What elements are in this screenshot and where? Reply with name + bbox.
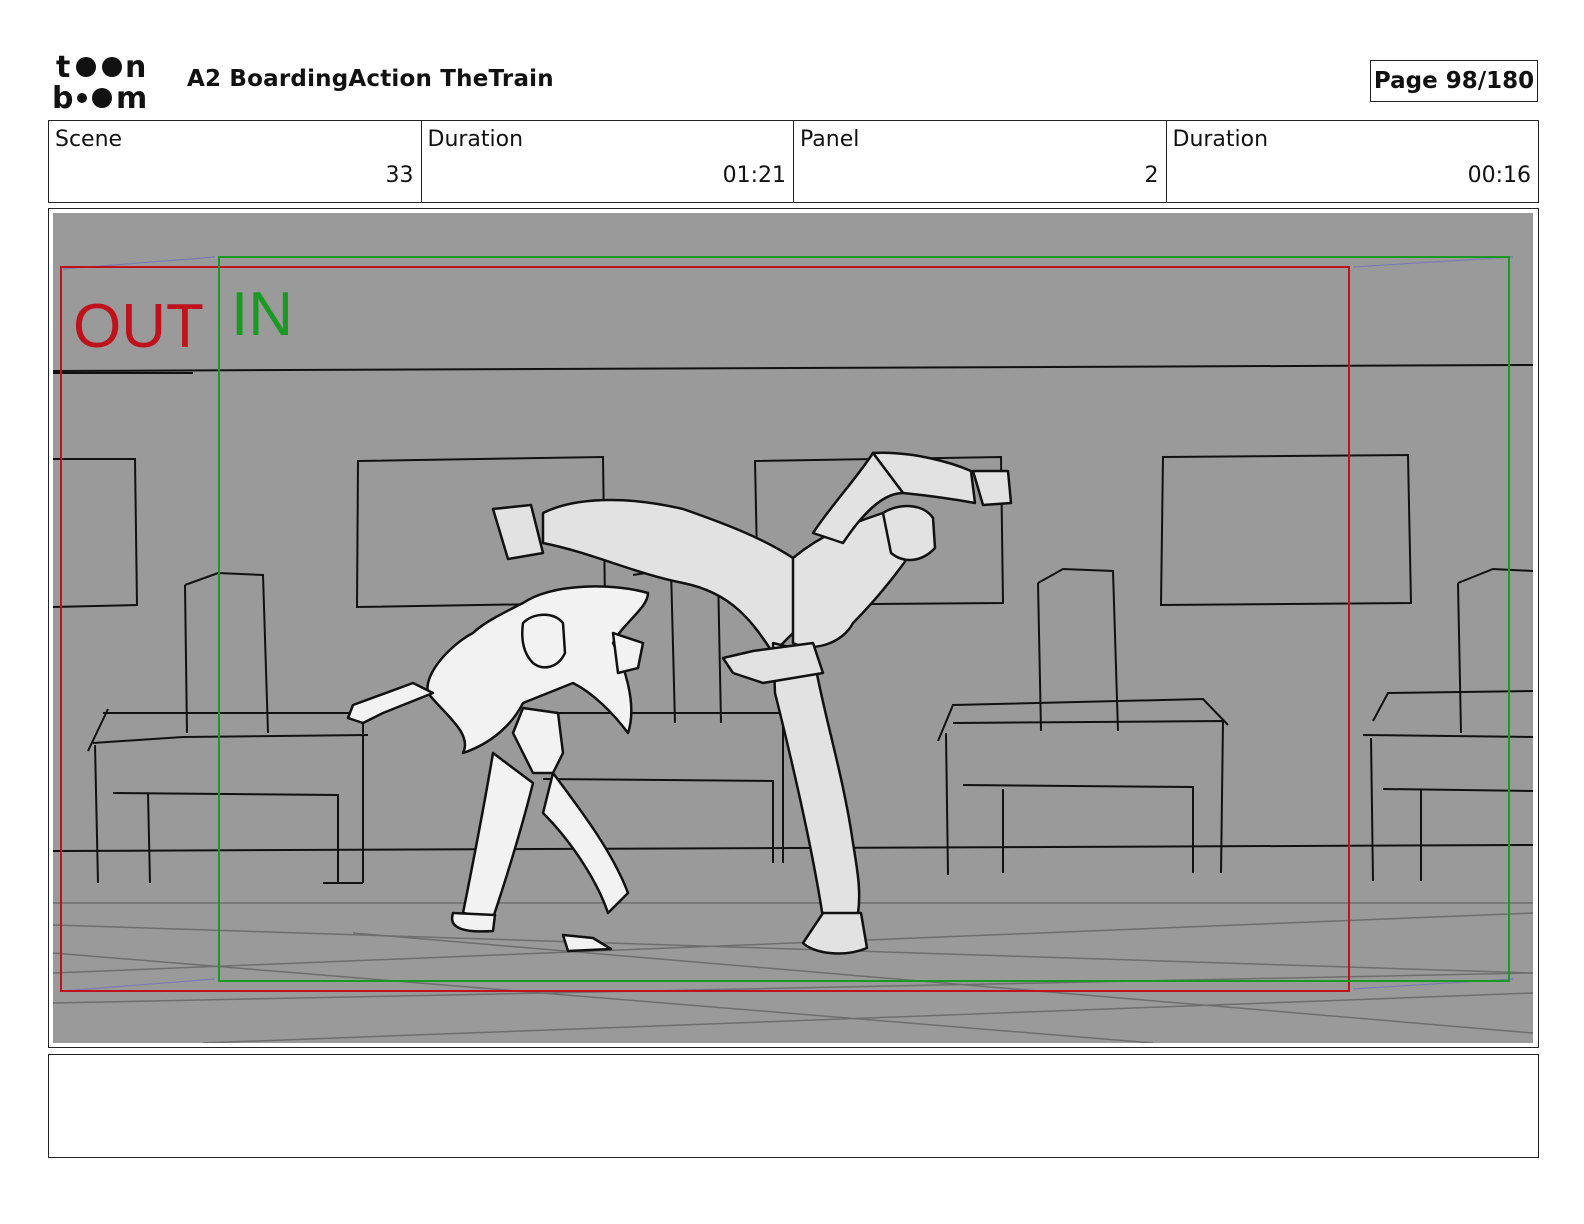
panel-cell: Panel 2: [794, 121, 1167, 202]
svg-text:n: n: [125, 50, 146, 85]
panel-value: 2: [1144, 163, 1159, 188]
scene-duration-value: 01:21: [722, 163, 786, 188]
page-number: 98/180: [1445, 68, 1535, 94]
scene-duration-label: Duration: [427, 127, 524, 152]
scene-value: 33: [385, 163, 414, 188]
svg-text:t: t: [56, 50, 70, 85]
project-title: A2 BoardingAction TheTrain: [187, 66, 554, 92]
page-label: Page: [1373, 68, 1438, 94]
panel-info-table: Scene 33 Duration 01:21 Panel 2 Duration…: [48, 120, 1539, 203]
panel-duration-value: 00:16: [1467, 163, 1531, 188]
scene-label: Scene: [55, 127, 123, 152]
panel-label: Panel: [800, 127, 860, 152]
panel-duration-label: Duration: [1172, 127, 1269, 152]
storyboard-panel: OUT IN: [48, 208, 1539, 1048]
toon-boom-logo: t n b m: [52, 50, 147, 112]
svg-text:b: b: [52, 81, 73, 112]
out-label: OUT: [73, 292, 204, 361]
svg-text:m: m: [116, 81, 147, 112]
panel-notes: [48, 1054, 1539, 1158]
panel-duration-cell: Duration 00:16: [1167, 121, 1539, 202]
page-indicator: Page 98/180: [1370, 60, 1538, 102]
scene-duration-cell: Duration 01:21: [422, 121, 794, 202]
panel-drawing: OUT IN: [53, 213, 1533, 1043]
scene-cell: Scene 33: [49, 121, 422, 202]
in-label: IN: [231, 280, 293, 349]
